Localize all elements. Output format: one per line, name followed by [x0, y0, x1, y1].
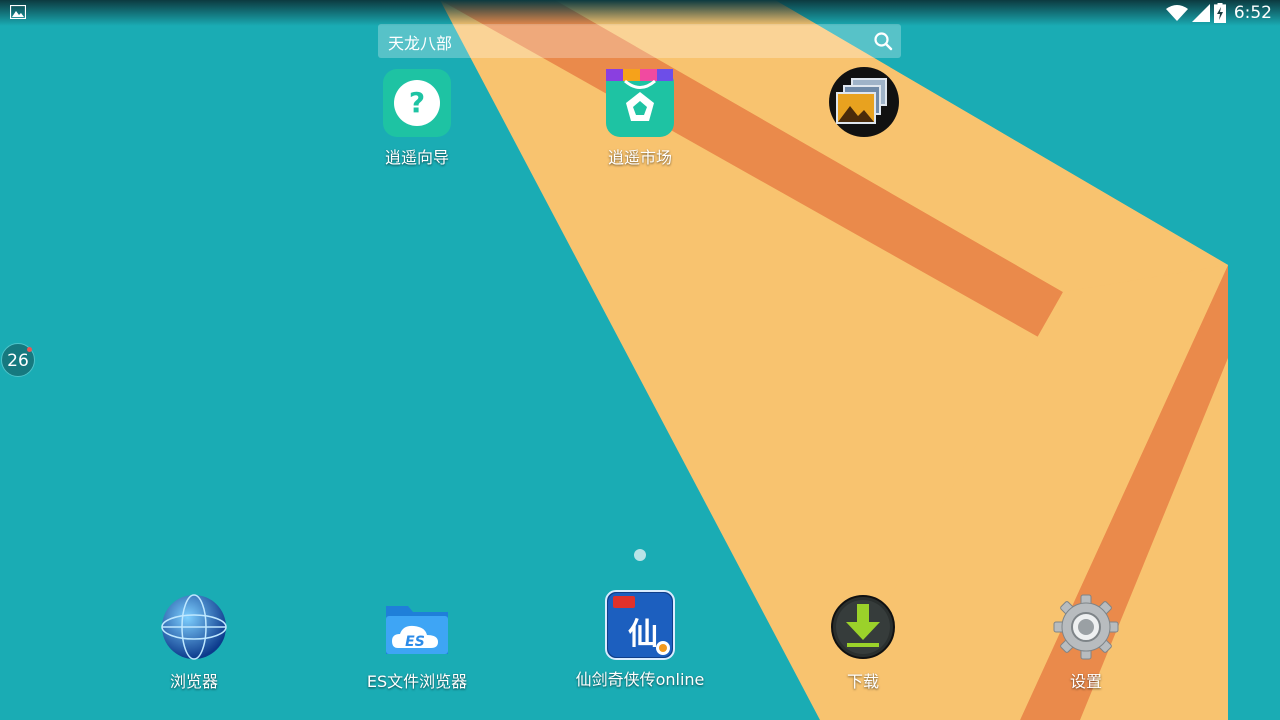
- search-bar[interactable]: 天龙八部: [378, 24, 901, 58]
- app-label: 仙剑奇侠传online: [575, 670, 705, 689]
- svg-text:仙: 仙: [628, 617, 658, 652]
- dock-app-es-file-explorer[interactable]: ES ES文件浏览器: [347, 592, 487, 692]
- app-xiaoyao-guide[interactable]: ? 逍遥向导: [347, 68, 487, 168]
- svg-text:?: ?: [409, 86, 425, 119]
- dock-app-xianjian-online[interactable]: 仙 仙剑奇侠传online: [570, 590, 710, 690]
- dock-app-download[interactable]: 下载: [793, 592, 933, 692]
- search-icon[interactable]: [873, 31, 893, 51]
- app-label: 逍遥市场: [607, 148, 672, 167]
- dock-app-settings[interactable]: 设置: [1016, 592, 1156, 692]
- app-label: 设置: [1069, 672, 1102, 691]
- gallery-icon: [828, 66, 899, 137]
- floating-ball-count: 26: [7, 351, 29, 371]
- app-label: 下载: [846, 672, 879, 691]
- status-bar: 6:52: [0, 0, 1280, 26]
- app-gallery[interactable]: [793, 66, 933, 142]
- globe-browser-icon: [159, 592, 229, 662]
- help-guide-icon: ?: [382, 68, 452, 138]
- wifi-icon: [1165, 5, 1188, 21]
- es-folder-icon: ES: [382, 592, 452, 662]
- search-text[interactable]: 天龙八部: [388, 30, 452, 54]
- floating-ball[interactable]: 26: [1, 343, 35, 377]
- app-label: ES文件浏览器: [366, 672, 468, 691]
- app-label: 浏览器: [169, 672, 218, 691]
- signal-icon: [1191, 4, 1210, 22]
- settings-gear-icon: [1051, 592, 1121, 662]
- battery-charging-icon: [1213, 3, 1226, 23]
- download-icon: [828, 592, 898, 662]
- app-label: 逍遥向导: [384, 148, 449, 167]
- svg-text:ES: ES: [405, 634, 425, 650]
- app-xiaoyao-market[interactable]: 逍遥市场: [570, 68, 710, 168]
- image-notification-icon: [10, 5, 26, 19]
- page-indicator: [634, 549, 646, 561]
- market-bag-icon: [605, 68, 675, 138]
- notification-dot: [27, 347, 32, 352]
- clock: 6:52: [1233, 3, 1272, 23]
- xianjian-game-icon: 仙: [605, 590, 675, 660]
- dock-app-browser[interactable]: 浏览器: [124, 592, 264, 692]
